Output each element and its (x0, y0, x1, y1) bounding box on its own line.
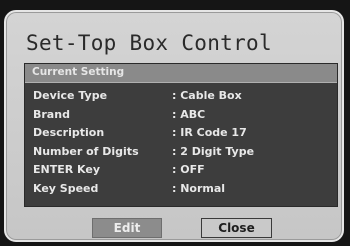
edit-button[interactable]: Edit (92, 218, 162, 238)
panel-header: Current Setting (25, 64, 337, 83)
setting-label: Key Speed (33, 181, 99, 195)
setting-value: : IR Code 17 (172, 126, 247, 139)
setting-value: : Cable Box (172, 89, 242, 102)
dialog-title: Set-Top Box Control (26, 31, 272, 55)
setting-row-key-speed: Key Speed : Normal (25, 179, 337, 198)
section-label: Current Setting (32, 66, 125, 78)
setting-row-description: Description : IR Code 17 (25, 123, 337, 142)
setting-row-number-of-digits: Number of Digits : 2 Digit Type (25, 142, 337, 161)
close-button[interactable]: Close (201, 218, 272, 238)
current-setting-panel: Current Setting Device Type : Cable Box … (24, 63, 338, 207)
setting-label: ENTER Key (33, 163, 100, 176)
setting-value: : 2 Digit Type (172, 144, 255, 158)
setting-label: Brand (33, 107, 70, 121)
setting-label: Device Type (33, 89, 108, 102)
settings-list: Device Type : Cable Box Brand : ABC Desc… (25, 86, 337, 197)
setting-label: Number of Digits (33, 144, 139, 158)
setting-value: : ABC (172, 107, 206, 121)
setting-row-enter-key: ENTER Key : OFF (25, 160, 337, 179)
setting-row-device-type: Device Type : Cable Box (25, 86, 337, 105)
setting-row-brand: Brand : ABC (25, 105, 337, 124)
setting-label: Description (33, 126, 105, 139)
setting-value: : Normal (172, 181, 226, 195)
setting-value: : OFF (172, 163, 205, 176)
screen-frame: Set-Top Box Control Current Setting Devi… (0, 0, 350, 246)
